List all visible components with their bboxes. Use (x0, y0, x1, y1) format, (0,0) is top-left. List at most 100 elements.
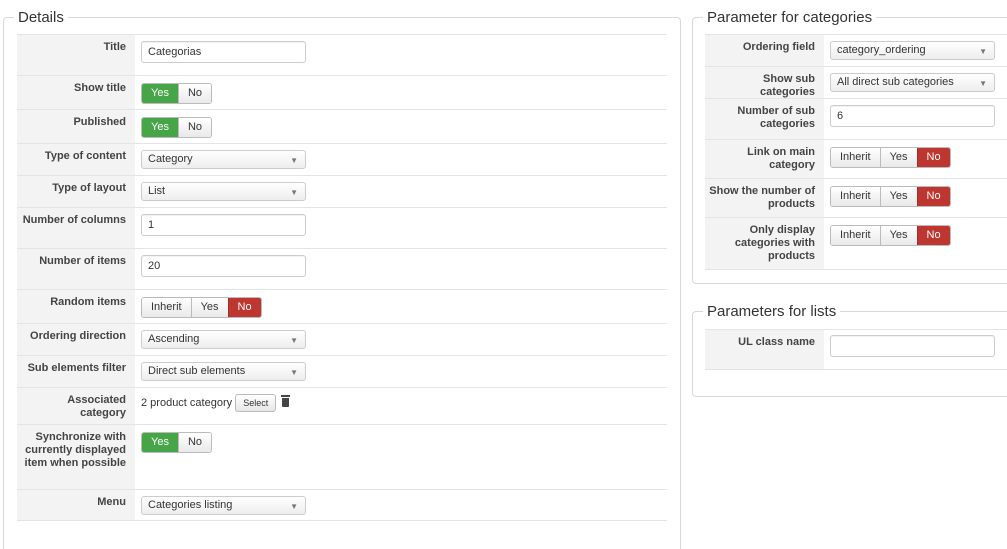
menu-select[interactable]: Categories listing ▼ (141, 496, 306, 515)
only-display-no-button[interactable]: No (916, 226, 950, 245)
details-legend: Details (18, 9, 64, 26)
row-link-on-main-category: Link on main category Inherit Yes No (705, 139, 1007, 178)
associated-category-value: 2 product category (141, 396, 233, 409)
categories-table: Ordering field category_ordering ▼ Show … (705, 34, 1007, 270)
ordering-field-select[interactable]: category_ordering ▼ (830, 41, 995, 60)
row-ordering-field: Ordering field category_ordering ▼ (705, 34, 1007, 66)
number-of-sub-categories-label: Number of sub categories (705, 99, 824, 139)
random-items-inherit-button[interactable]: Inherit (142, 298, 191, 317)
menu-label: Menu (17, 490, 135, 520)
title-input[interactable] (141, 41, 306, 63)
show-sub-categories-label: Show sub categories (705, 67, 824, 98)
synchronize-label: Synchronize with currently displayed ite… (17, 425, 135, 489)
random-items-label: Random items (17, 290, 135, 323)
row-synchronize: Synchronize with currently displayed ite… (17, 424, 667, 489)
type-of-content-label: Type of content (17, 144, 135, 175)
number-of-sub-categories-input[interactable] (830, 105, 995, 127)
select-category-button[interactable]: Select (235, 394, 277, 412)
published-toggle: Yes No (141, 117, 213, 138)
show-number-inherit-button[interactable]: Inherit (831, 187, 880, 206)
sub-elements-filter-value: Direct sub elements (148, 365, 246, 377)
show-sub-categories-value: All direct sub categories (837, 76, 954, 88)
only-display-toggle: Inherit Yes No (830, 225, 951, 246)
number-of-items-input[interactable] (141, 255, 306, 277)
row-show-title: Show title Yes No (17, 75, 667, 109)
ordering-direction-label: Ordering direction (17, 324, 135, 355)
row-type-of-layout: Type of layout List ▼ (17, 175, 667, 207)
chevron-down-icon: ▼ (290, 188, 298, 197)
show-number-products-label: Show the number of products (705, 179, 824, 217)
type-of-layout-select[interactable]: List ▼ (141, 182, 306, 201)
row-show-sub-categories: Show sub categories All direct sub categ… (705, 66, 1007, 98)
show-title-toggle: Yes No (141, 83, 213, 104)
sub-elements-filter-label: Sub elements filter (17, 356, 135, 387)
chevron-down-icon: ▼ (290, 156, 298, 165)
ordering-field-value: category_ordering (837, 44, 926, 56)
row-number-of-columns: Number of columns (17, 207, 667, 248)
number-of-columns-input[interactable] (141, 214, 306, 236)
ul-class-name-input[interactable] (830, 335, 995, 357)
chevron-down-icon: ▼ (290, 368, 298, 377)
only-display-yes-button[interactable]: Yes (879, 226, 917, 245)
published-no-button[interactable]: No (177, 118, 212, 137)
row-type-of-content: Type of content Category ▼ (17, 143, 667, 175)
synchronize-yes-button[interactable]: Yes (142, 433, 178, 452)
row-show-number-products: Show the number of products Inherit Yes … (705, 178, 1007, 217)
lists-legend: Parameters for lists (707, 303, 837, 320)
only-display-label: Only display categories with products (705, 218, 824, 269)
row-associated-category: Associated category 2 product category S… (17, 387, 667, 424)
show-number-products-toggle: Inherit Yes No (830, 186, 951, 207)
type-of-layout-label: Type of layout (17, 176, 135, 207)
row-title: Title (17, 34, 667, 75)
row-number-of-items: Number of items (17, 248, 667, 289)
chevron-down-icon: ▼ (979, 47, 987, 56)
link-on-main-toggle: Inherit Yes No (830, 147, 951, 168)
chevron-down-icon: ▼ (979, 79, 987, 88)
row-random-items: Random items Inherit Yes No (17, 289, 667, 323)
random-items-no-button[interactable]: No (227, 298, 261, 317)
row-published: Published Yes No (17, 109, 667, 143)
show-sub-categories-select[interactable]: All direct sub categories ▼ (830, 73, 995, 92)
ordering-direction-value: Ascending (148, 333, 200, 345)
type-of-content-value: Category (148, 153, 193, 165)
type-of-content-select[interactable]: Category ▼ (141, 150, 306, 169)
link-on-main-inherit-button[interactable]: Inherit (831, 148, 880, 167)
sub-elements-filter-select[interactable]: Direct sub elements ▼ (141, 362, 306, 381)
title-label: Title (17, 35, 135, 75)
categories-legend: Parameter for categories (707, 9, 873, 26)
menu-value: Categories listing (148, 499, 233, 511)
synchronize-toggle: Yes No (141, 432, 213, 453)
show-title-no-button[interactable]: No (177, 84, 212, 103)
show-number-no-button[interactable]: No (916, 187, 950, 206)
ordering-field-label: Ordering field (705, 35, 824, 66)
chevron-down-icon: ▼ (290, 502, 298, 511)
random-items-yes-button[interactable]: Yes (190, 298, 228, 317)
chevron-down-icon: ▼ (290, 336, 298, 345)
row-menu: Menu Categories listing ▼ (17, 489, 667, 521)
row-ul-class-name: UL class name (705, 329, 1007, 370)
ordering-direction-select[interactable]: Ascending ▼ (141, 330, 306, 349)
ul-class-name-label: UL class name (705, 330, 824, 369)
link-on-main-yes-button[interactable]: Yes (879, 148, 917, 167)
link-on-main-category-label: Link on main category (705, 140, 824, 178)
random-items-toggle: Inherit Yes No (141, 297, 262, 318)
only-display-inherit-button[interactable]: Inherit (831, 226, 880, 245)
published-label: Published (17, 110, 135, 143)
link-on-main-no-button[interactable]: No (916, 148, 950, 167)
row-only-display: Only display categories with products In… (705, 217, 1007, 270)
associated-category-label: Associated category (17, 388, 135, 424)
published-yes-button[interactable]: Yes (142, 118, 178, 137)
type-of-layout-value: List (148, 185, 166, 197)
row-number-of-sub-categories: Number of sub categories (705, 98, 1007, 139)
show-number-yes-button[interactable]: Yes (879, 187, 917, 206)
number-of-columns-label: Number of columns (17, 208, 135, 248)
details-table: Title Show title Yes No Published Yes No… (17, 34, 667, 521)
trash-icon[interactable] (281, 394, 291, 407)
lists-table: UL class name (705, 329, 1007, 370)
number-of-items-label: Number of items (17, 249, 135, 289)
row-ordering-direction: Ordering direction Ascending ▼ (17, 323, 667, 355)
show-title-label: Show title (17, 76, 135, 109)
row-sub-elements-filter: Sub elements filter Direct sub elements … (17, 355, 667, 387)
synchronize-no-button[interactable]: No (177, 433, 212, 452)
show-title-yes-button[interactable]: Yes (142, 84, 178, 103)
